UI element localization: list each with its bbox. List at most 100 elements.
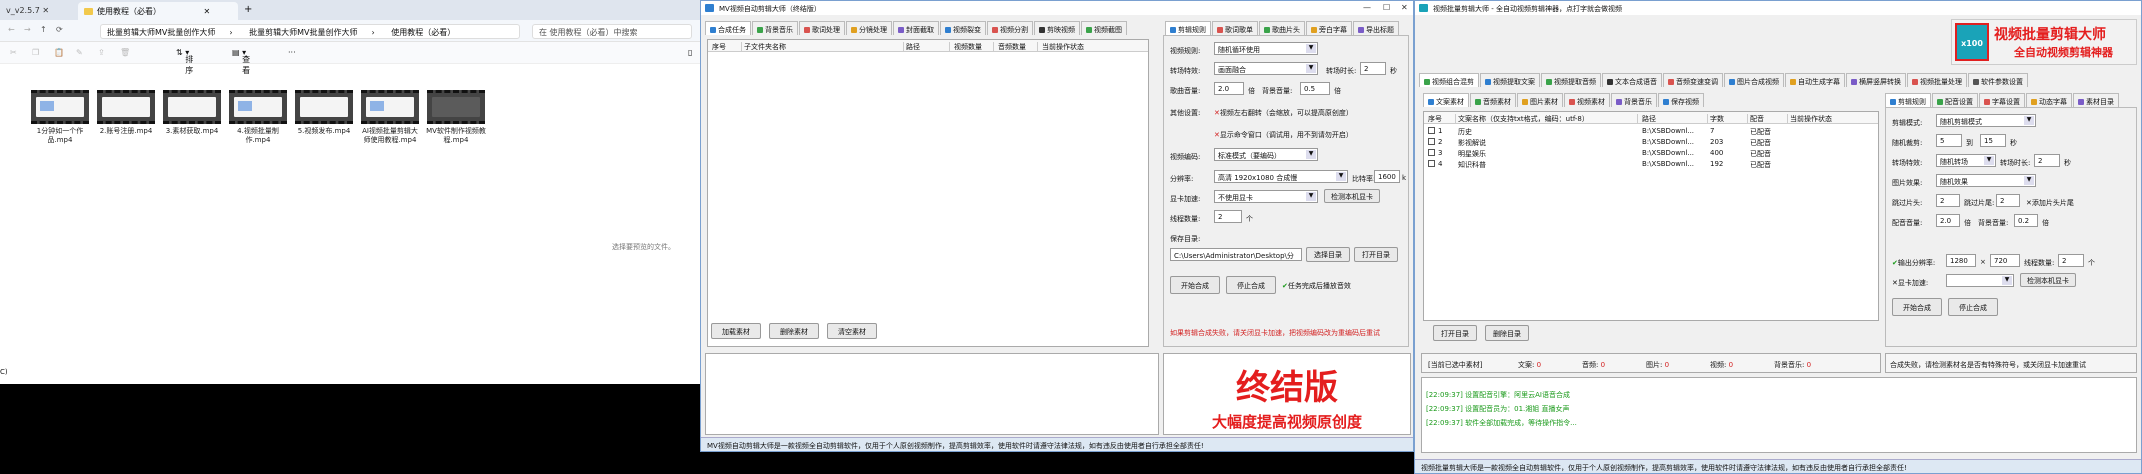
text-material-list[interactable]: 序号 文案名称（仅支持txt格式，编码：utf-8） 路径 字数 配音 当前操作…: [1423, 111, 1879, 321]
table-row[interactable]: 4 知识科普 B:\XSBDownl... 192 已配音: [1428, 160, 1771, 169]
open-dir-button[interactable]: 打开目录: [1433, 325, 1477, 341]
search-input[interactable]: 在 使用教程（必看）中搜索: [532, 24, 692, 39]
sort-button[interactable]: ⇅ 排序 ▾: [176, 48, 193, 75]
explorer-tab-active[interactable]: 使用教程（必看） ✕: [78, 2, 238, 20]
res-height-input[interactable]: 720: [1990, 254, 2020, 267]
refresh-icon[interactable]: ⟳: [56, 25, 63, 34]
tab-video-material[interactable]: 视频素材: [1564, 93, 1610, 107]
tab-orientation[interactable]: 横屏竖屏转换: [1846, 73, 1906, 87]
gpu-checkbox[interactable]: ✕显卡加速:: [1892, 278, 1928, 288]
threads-input[interactable]: 2: [2058, 254, 2084, 267]
tab-export-title[interactable]: 导出标题: [1353, 21, 1399, 35]
tab-bgm[interactable]: 背景音乐: [752, 21, 798, 35]
stop-compose-button[interactable]: 停止合成: [1226, 276, 1276, 294]
bg-volume-input[interactable]: 0.5: [1300, 82, 1330, 95]
breadcrumb[interactable]: 批量剪辑大师MV批量创作大师 › 批量剪辑大师MV批量创作大师 › 使用教程（必看）: [100, 24, 520, 39]
task-list[interactable]: 序号 子文件夹名称 路径 视频数量 音频数量 当前操作状态: [707, 39, 1149, 347]
skip-tail-input[interactable]: 2: [1996, 194, 2020, 207]
tab-scenes[interactable]: 分镜处理: [846, 21, 892, 35]
bg-volume-input[interactable]: 0.2: [2014, 214, 2038, 227]
flip-checkbox[interactable]: ✕视频左右翻转（会缩放，可以提高原创度）: [1214, 108, 1353, 118]
close-icon[interactable]: ✕: [42, 6, 49, 15]
delete-icon[interactable]: 🗑: [120, 48, 130, 57]
voice-volume-input[interactable]: 2.0: [1936, 214, 1960, 227]
minimize-icon[interactable]: —: [1363, 3, 1371, 12]
random-max-input[interactable]: 15: [1980, 134, 2006, 147]
maximize-icon[interactable]: ☐: [1383, 3, 1390, 12]
transition-select[interactable]: 画面融合 ▼: [1214, 62, 1318, 75]
detect-gpu-button[interactable]: 检测本机显卡: [2020, 273, 2076, 287]
cmd-window-checkbox[interactable]: ✕显示命令窗口（调试用，用不到请勿开启）: [1214, 130, 1353, 140]
video-rule-select[interactable]: 随机循环使用 ▼: [1214, 42, 1318, 55]
tab-image-video[interactable]: 图片合成视频: [1724, 73, 1784, 87]
tab-edit-rules[interactable]: 剪辑规则: [1885, 93, 1931, 107]
close-icon[interactable]: ✕: [1401, 3, 1408, 12]
paste-icon[interactable]: 📋: [54, 48, 64, 57]
tab-voice[interactable]: 配音设置: [1932, 93, 1978, 107]
transition-time-input[interactable]: 2: [1360, 62, 1386, 75]
breadcrumb-item[interactable]: 使用教程（必看）: [391, 28, 455, 37]
file-item[interactable]: 4.视频批量制作.mp4: [228, 90, 288, 145]
tab-image-material[interactable]: 图片素材: [1517, 93, 1563, 107]
cut-icon[interactable]: ✂: [10, 48, 17, 57]
choose-dir-button[interactable]: 选择目录: [1306, 247, 1350, 262]
tab-speed-pitch[interactable]: 音频变速变调: [1663, 73, 1723, 87]
tab-lyrics[interactable]: 歌词处理: [799, 21, 845, 35]
tab-song-intro[interactable]: 歌曲片头: [1259, 21, 1305, 35]
tab-dynamic-subtitle[interactable]: 动态字幕: [2026, 93, 2072, 107]
tab-extract-text[interactable]: 视频提取文案: [1480, 73, 1540, 87]
tab-narration[interactable]: 旁白字幕: [1306, 21, 1352, 35]
delete-material-button[interactable]: 删除素材: [769, 323, 819, 339]
resolution-select[interactable]: 高清 1920x1080 合成慢 ▼: [1214, 170, 1348, 183]
tab-subtitle[interactable]: 字幕设置: [1979, 93, 2025, 107]
song-volume-input[interactable]: 2.0: [1214, 82, 1244, 95]
file-item[interactable]: 5.视频发布.mp4: [294, 90, 354, 136]
copy-icon[interactable]: ❐: [32, 48, 39, 57]
image-effect-select[interactable]: 随机效果 ▼: [1936, 174, 2036, 187]
transition-select[interactable]: 随机转场 ▼: [1936, 154, 1996, 167]
up-icon[interactable]: ↑: [40, 25, 47, 34]
view-button[interactable]: ▤ 查看 ▾: [232, 48, 250, 75]
delete-dir-button[interactable]: 删除目录: [1485, 325, 1529, 341]
explorer-tab-inactive[interactable]: v_v2.5.7 ✕: [0, 2, 62, 20]
tab-batch-process[interactable]: 视频批量处理: [1907, 73, 1967, 87]
tab-jianying[interactable]: 剪映视频: [1034, 21, 1080, 35]
open-dir-button[interactable]: 打开目录: [1354, 247, 1398, 262]
random-min-input[interactable]: 5: [1936, 134, 1962, 147]
codec-select[interactable]: 标准模式（要编码） ▼: [1214, 148, 1318, 161]
share-icon[interactable]: ⇪: [98, 48, 105, 57]
file-item[interactable]: AI视频批量剪辑大师使用教程.mp4: [360, 90, 420, 145]
more-button[interactable]: ···: [288, 48, 296, 57]
breadcrumb-item[interactable]: 批量剪辑大师MV批量创作大师: [107, 28, 215, 37]
tab-audio-material[interactable]: 音频素材: [1470, 93, 1516, 107]
skip-head-input[interactable]: 2: [1936, 194, 1960, 207]
table-row[interactable]: 2 影视解说 B:\XSBDownl... 203 已配音: [1428, 138, 1771, 147]
start-compose-button[interactable]: 开始合成: [1170, 276, 1220, 294]
tab-settings[interactable]: 软件参数设置: [1968, 73, 2028, 87]
save-dir-input[interactable]: C:\Users\Administrator\Desktop\分: [1170, 248, 1302, 261]
res-width-input[interactable]: 1280: [1946, 254, 1976, 267]
output-res-checkbox[interactable]: ✔输出分辨率:: [1892, 258, 1935, 268]
threads-input[interactable]: 2: [1214, 210, 1242, 223]
tab-bgm-material[interactable]: 背景音乐: [1611, 93, 1657, 107]
file-item[interactable]: 1分钟如一个作品.mp4: [30, 90, 90, 145]
add-head-tail-checkbox[interactable]: ✕添加片头片尾: [2026, 198, 2074, 208]
tab-lyric-list[interactable]: 歌词歌单: [1212, 21, 1258, 35]
gpu-select[interactable]: 不使用显卡 ▼: [1214, 190, 1318, 203]
table-row[interactable]: 3 明星娱乐 B:\XSBDownl... 400 已配音: [1428, 149, 1771, 158]
forward-icon[interactable]: →: [24, 25, 31, 34]
stop-compose-button[interactable]: 停止合成: [1948, 298, 1998, 316]
tab-save-video[interactable]: 保存视频: [1658, 93, 1704, 107]
clear-material-button[interactable]: 清空素材: [827, 323, 877, 339]
tab-material-dir[interactable]: 素材目录: [2073, 93, 2119, 107]
file-item[interactable]: 3.素材获取.mp4: [162, 90, 222, 136]
bitrate-input[interactable]: 1600: [1374, 170, 1400, 183]
breadcrumb-item[interactable]: 批量剪辑大师MV批量创作大师: [249, 28, 357, 37]
details-icon[interactable]: ▯: [688, 48, 692, 57]
sound-on-finish-checkbox[interactable]: ✔任务完成后播放音效: [1282, 281, 1351, 291]
tab-combo-edit[interactable]: 视频组合混剪: [1419, 73, 1479, 87]
back-icon[interactable]: ←: [8, 25, 15, 34]
tab-text-material[interactable]: 文案素材: [1423, 93, 1469, 107]
new-tab-icon[interactable]: +: [244, 4, 252, 15]
rename-icon[interactable]: ✎: [76, 48, 83, 57]
